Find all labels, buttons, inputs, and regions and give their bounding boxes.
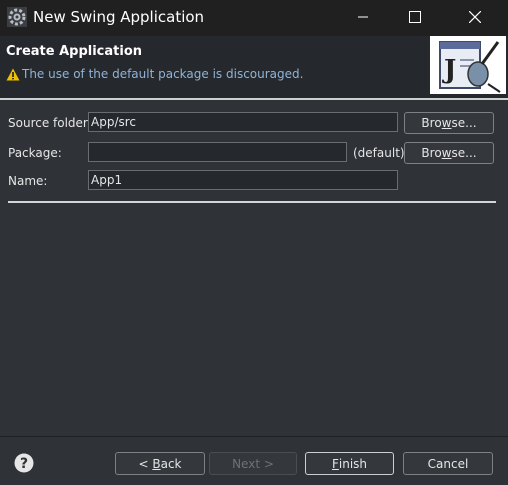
close-button[interactable] <box>452 0 498 36</box>
package-browse-button[interactable]: Bro w se... <box>404 142 494 164</box>
package-input[interactable] <box>88 142 347 162</box>
footer-separator <box>0 436 508 437</box>
close-icon <box>468 10 482 26</box>
source-folder-input[interactable] <box>88 112 398 132</box>
maximize-icon <box>409 10 421 26</box>
cancel-button[interactable]: Cancel <box>403 452 493 475</box>
back-label-prefix: < <box>138 456 153 471</box>
finish-mnemonic: F <box>331 456 339 471</box>
window-title: New Swing Application <box>33 8 205 26</box>
maximize-button[interactable] <box>392 0 438 36</box>
name-input[interactable] <box>88 170 398 190</box>
default-package-note: (default) <box>353 146 405 160</box>
finish-label-rest: inish <box>338 456 368 471</box>
help-icon[interactable]: ? <box>14 453 34 473</box>
source-folder-browse-button[interactable]: Bro w se... <box>404 112 494 134</box>
source-folder-label: Source folder: <box>8 116 92 130</box>
svg-text:?: ? <box>20 456 28 472</box>
header-separator <box>0 98 508 100</box>
header-message: The use of the default package is discou… <box>22 67 304 81</box>
title-bar: New Swing Application <box>0 0 508 36</box>
form-separator <box>8 201 496 203</box>
minimize-button[interactable] <box>340 0 386 36</box>
next-button[interactable]: Next > <box>209 452 297 475</box>
name-label: Name: <box>8 174 48 188</box>
eclipse-gear-icon <box>7 7 27 27</box>
warning-icon <box>6 68 20 81</box>
back-label-rest: ack <box>160 456 182 471</box>
back-mnemonic: B <box>152 456 161 471</box>
browse-label: Bro <box>421 146 442 160</box>
package-label: Package: <box>8 146 62 160</box>
browse-label-rest: se... <box>451 116 477 130</box>
page-title: Create Application <box>6 44 143 59</box>
browse-mnemonic: w <box>441 146 452 160</box>
browse-mnemonic: w <box>441 116 452 130</box>
svg-text:J: J <box>442 55 456 85</box>
java-bean-wizard-image: J <box>430 36 506 94</box>
back-button[interactable]: < Back <box>115 452 205 475</box>
minimize-icon <box>357 11 369 26</box>
browse-label-rest: se... <box>451 146 477 160</box>
browse-label: Bro <box>421 116 442 130</box>
wizard-header: Create Application The use of the defaul… <box>0 36 508 98</box>
finish-button[interactable]: Finish <box>305 452 394 475</box>
